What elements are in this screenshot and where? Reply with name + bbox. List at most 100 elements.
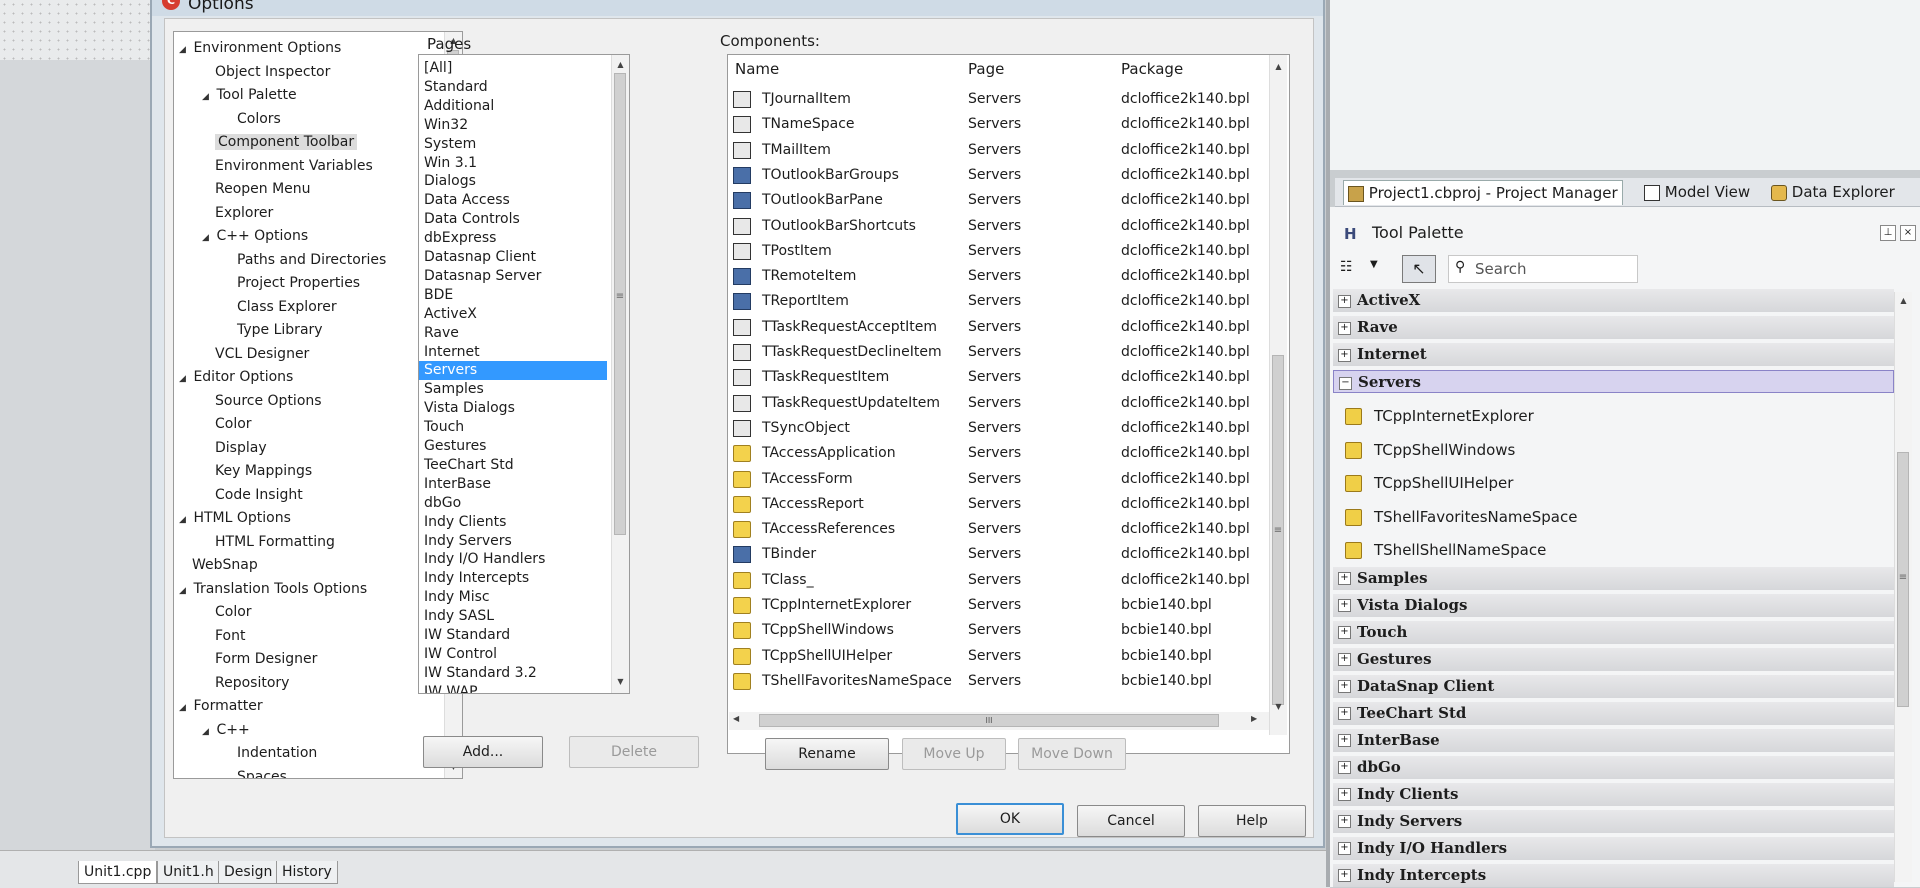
component-row[interactable]: TAccessReport Servers dcloffice2k140.bpl <box>728 492 1268 517</box>
tree-item[interactable]: Colors <box>224 109 281 129</box>
scroll-right-arrow-icon[interactable]: ▶ <box>1251 714 1257 723</box>
palette-category-teechart-std[interactable]: + TeeChart Std <box>1333 701 1894 725</box>
palette-category-interbase[interactable]: + InterBase <box>1333 728 1894 752</box>
col-header-package[interactable]: Package <box>1121 60 1183 78</box>
components-scrollbar[interactable]: ▲ ≡ ▼ <box>1269 55 1287 735</box>
page-list-item[interactable]: Indy Misc <box>419 588 607 607</box>
palette-category-datasnap-client[interactable]: + DataSnap Client <box>1333 674 1894 698</box>
tree-item[interactable]: Reopen Menu <box>202 179 311 199</box>
expand-icon[interactable]: + <box>1338 869 1351 882</box>
palette-category-vista-dialogs[interactable]: + Vista Dialogs <box>1333 593 1894 617</box>
palette-category-rave[interactable]: + Rave <box>1333 316 1894 339</box>
tree-item[interactable]: Code Insight <box>202 485 303 505</box>
scroll-up-arrow-icon[interactable]: ▲ <box>612 58 629 72</box>
tree-item[interactable]: Display <box>202 438 267 458</box>
tree-item[interactable]: ◢ Editor Options <box>179 367 293 389</box>
rename-button[interactable]: Rename <box>765 738 889 770</box>
component-row[interactable]: TAccessForm Servers dcloffice2k140.bpl <box>728 467 1268 492</box>
tree-item[interactable]: Font <box>202 626 245 646</box>
tree-item[interactable]: Object Inspector <box>202 62 330 82</box>
tree-item[interactable]: Repository <box>202 673 289 693</box>
scroll-down-arrow-icon[interactable]: ▼ <box>612 675 629 689</box>
page-list-item[interactable]: BDE <box>419 286 607 305</box>
pointer-icon[interactable]: ↖ <box>1402 255 1436 283</box>
tab-data-explorer[interactable]: Data Explorer <box>1767 180 1899 204</box>
tree-item[interactable]: ◢ Translation Tools Options <box>179 579 367 601</box>
tree-item[interactable]: WebSnap <box>179 555 258 575</box>
component-row[interactable]: TTaskRequestUpdateItem Servers dcloffice2k… <box>728 391 1268 416</box>
tree-expand-icon[interactable]: ◢ <box>202 722 212 742</box>
tree-item[interactable]: Form Designer <box>202 649 317 669</box>
palette-component-item[interactable]: TShellFavoritesNameSpace <box>1345 502 1577 532</box>
tree-item[interactable]: Source Options <box>202 391 322 411</box>
scroll-down-arrow-icon[interactable]: ▼ <box>1270 700 1287 714</box>
expand-icon[interactable]: + <box>1338 321 1351 335</box>
page-list-item[interactable]: Data Access <box>419 191 607 210</box>
move-down-button[interactable]: Move Down <box>1018 738 1126 770</box>
palette-category-gestures[interactable]: + Gestures <box>1333 647 1894 671</box>
palette-category-indy-i-o-handlers[interactable]: + Indy I/O Handlers <box>1333 836 1894 860</box>
tree-item[interactable]: Spaces <box>224 767 287 779</box>
categories-icon[interactable]: ☷ <box>1340 259 1353 275</box>
component-row[interactable]: TPostItem Servers dcloffice2k140.bpl <box>728 239 1268 264</box>
tree-expand-icon[interactable]: ◢ <box>202 87 212 107</box>
palette-category-servers[interactable]: − Servers <box>1333 370 1894 393</box>
page-list-item[interactable]: Indy I/O Handlers <box>419 550 607 569</box>
collapse-icon[interactable]: − <box>1339 376 1352 390</box>
page-list-item[interactable]: ActiveX <box>419 305 607 324</box>
tree-item[interactable]: Class Explorer <box>224 297 337 317</box>
tree-item[interactable]: ◢ C++ <box>202 720 250 742</box>
component-row[interactable]: TSyncObject Servers dcloffice2k140.bpl <box>728 416 1268 441</box>
chevron-down-icon[interactable]: ▼ <box>1370 259 1378 270</box>
palette-component-item[interactable]: TCppInternetExplorer <box>1345 401 1534 431</box>
editor-tab[interactable]: Unit1.cpp <box>78 861 158 884</box>
expand-icon[interactable]: + <box>1338 348 1351 362</box>
palette-category-internet[interactable]: + Internet <box>1333 343 1894 366</box>
page-list-item[interactable]: Win32 <box>419 116 607 135</box>
palette-category-activex[interactable]: + ActiveX <box>1333 289 1894 312</box>
page-list-item[interactable]: Indy Clients <box>419 513 607 532</box>
ok-button[interactable]: OK <box>956 803 1064 835</box>
pages-scroll-thumb[interactable] <box>614 73 626 535</box>
tab-model-view[interactable]: Model View <box>1640 180 1754 204</box>
palette-category-indy-servers[interactable]: + Indy Servers <box>1333 809 1894 833</box>
expand-icon[interactable]: + <box>1338 788 1351 801</box>
delete-button[interactable]: Delete <box>569 736 699 768</box>
tree-expand-icon[interactable]: ◢ <box>179 40 189 60</box>
tool-palette-scrollbar[interactable]: ▲ ≡ <box>1894 292 1912 882</box>
expand-icon[interactable]: + <box>1338 761 1351 774</box>
expand-icon[interactable]: + <box>1338 680 1351 693</box>
tree-expand-icon[interactable]: ◢ <box>179 369 189 389</box>
tree-item[interactable]: ◢ Tool Palette <box>202 85 297 107</box>
page-list-item[interactable]: Win 3.1 <box>419 154 607 173</box>
component-row[interactable]: TOutlookBarShortcuts Servers dcloffice2k14… <box>728 214 1268 239</box>
page-list-item[interactable]: TeeChart Std <box>419 456 607 475</box>
component-row[interactable]: TOutlookBarPane Servers dcloffice2k140.bpl <box>728 188 1268 213</box>
palette-category-samples[interactable]: + Samples <box>1333 566 1894 590</box>
tree-item[interactable]: HTML Formatting <box>202 532 335 552</box>
page-list-item[interactable]: Dialogs <box>419 172 607 191</box>
pages-scrollbar[interactable]: ▲ ≡ ▼ <box>611 55 629 693</box>
expand-icon[interactable]: + <box>1338 294 1351 308</box>
editor-tab[interactable]: History <box>276 861 338 884</box>
palette-category-dbgo[interactable]: + dbGo <box>1333 755 1894 779</box>
expand-icon[interactable]: + <box>1338 599 1351 612</box>
palette-category-indy-clients[interactable]: + Indy Clients <box>1333 782 1894 806</box>
tree-item[interactable]: Component Toolbar <box>202 132 358 152</box>
page-list-item[interactable]: Indy SASL <box>419 607 607 626</box>
page-list-item[interactable]: Indy Servers <box>419 532 607 551</box>
tree-item[interactable]: Paths and Directories <box>224 250 386 270</box>
scroll-up-arrow-icon[interactable]: ▲ <box>1895 294 1912 308</box>
page-list-item[interactable]: Data Controls <box>419 210 607 229</box>
component-row[interactable]: TReportItem Servers dcloffice2k140.bpl <box>728 289 1268 314</box>
expand-icon[interactable]: + <box>1338 815 1351 828</box>
page-list-item[interactable]: dbGo <box>419 494 607 513</box>
editor-tab[interactable]: Unit1.h <box>157 861 220 884</box>
tree-expand-icon[interactable]: ◢ <box>179 698 189 718</box>
component-row[interactable]: TClass_ Servers dcloffice2k140.bpl <box>728 568 1268 593</box>
palette-category-indy-intercepts[interactable]: + Indy Intercepts <box>1333 863 1894 887</box>
col-header-page[interactable]: Page <box>968 60 1004 78</box>
tree-item[interactable]: Color <box>202 414 252 434</box>
page-list-item[interactable]: Additional <box>419 97 607 116</box>
component-row[interactable]: TTaskRequestAcceptItem Servers dcloffice2k… <box>728 315 1268 340</box>
